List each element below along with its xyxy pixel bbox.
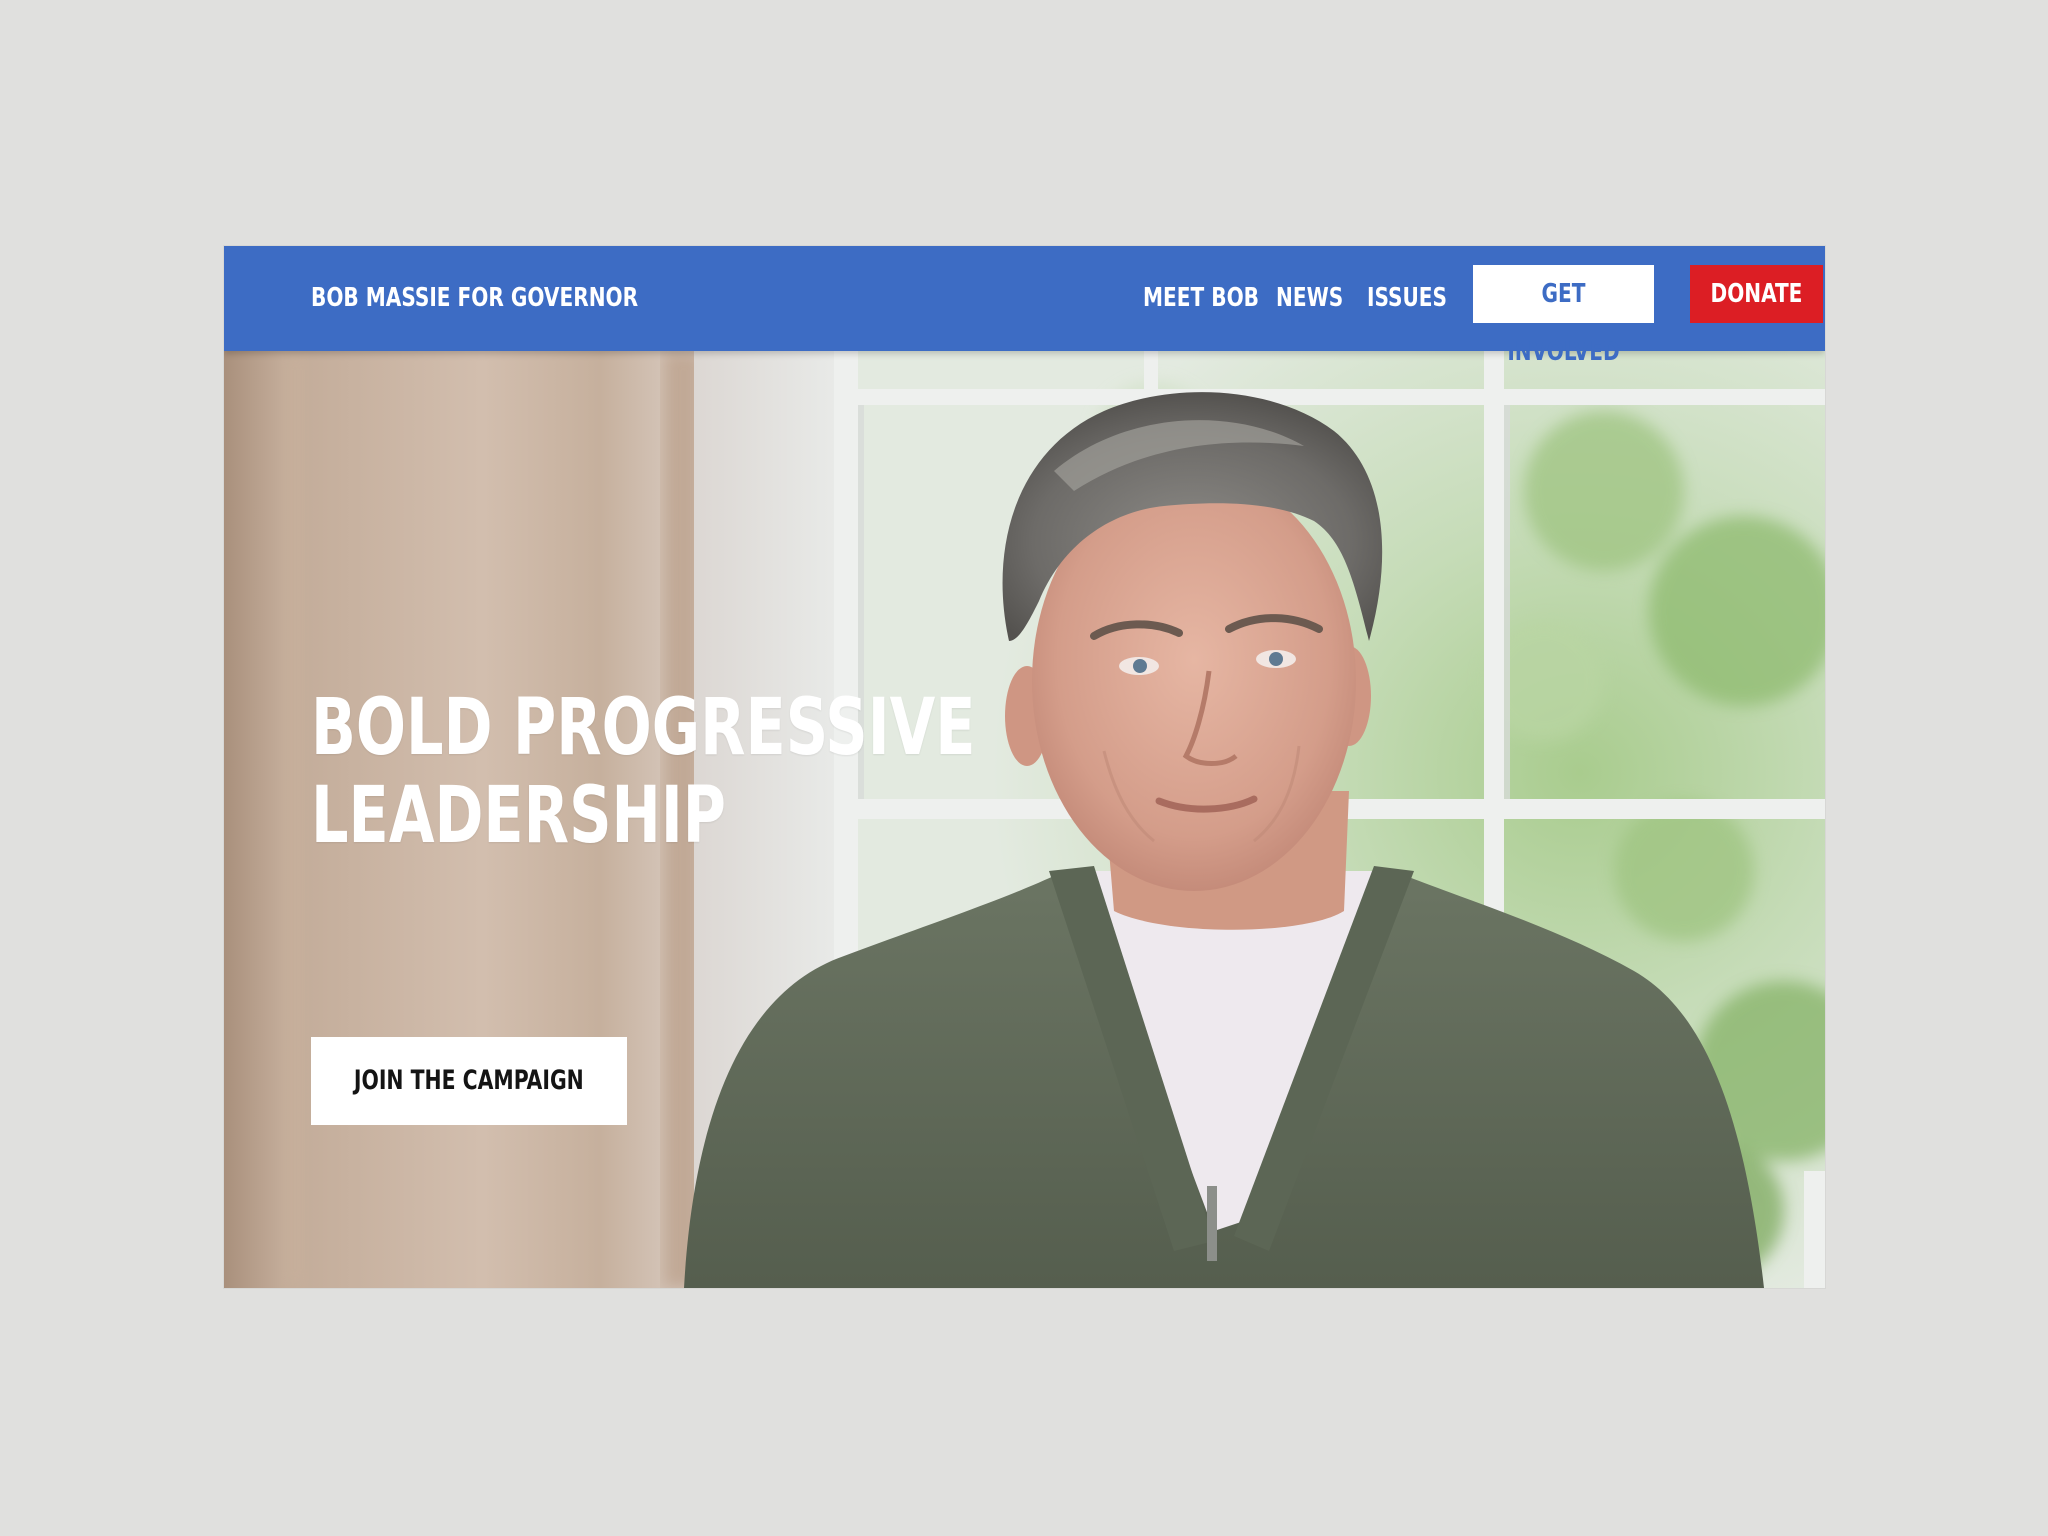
site-brand-link[interactable]: BOB MASSIE FOR GOVERNOR [311, 246, 638, 351]
top-navigation-bar: BOB MASSIE FOR GOVERNOR MEET BOB NEWS IS… [224, 246, 1825, 367]
website-viewport: BOB MASSIE FOR GOVERNOR MEET BOB NEWS IS… [224, 246, 1825, 1288]
join-the-campaign-button[interactable]: JOIN THE CAMPAIGN [311, 1037, 627, 1125]
hero-headline: BOLD PROGRESSIVE LEADERSHIP [311, 684, 976, 860]
nav-news[interactable]: NEWS [1276, 246, 1343, 351]
join-the-campaign-label: JOIN THE CAMPAIGN [354, 1065, 584, 1096]
get-involved-button[interactable]: GET INVOLVED [1473, 265, 1654, 367]
hero-section: BOLD PROGRESSIVE LEADERSHIP JOIN THE CAMP… [224, 351, 1825, 1288]
nav-meet-bob[interactable]: MEET BOB [1143, 246, 1259, 351]
hero-headline-line-1: BOLD PROGRESSIVE [311, 683, 976, 773]
nav-issues[interactable]: ISSUES [1367, 246, 1447, 351]
hero-headline-line-2: LEADERSHIP [311, 771, 726, 861]
donate-button[interactable]: DONATE [1690, 265, 1823, 323]
get-involved-label: GET INVOLVED [1507, 279, 1620, 367]
donate-label: DONATE [1710, 279, 1803, 309]
